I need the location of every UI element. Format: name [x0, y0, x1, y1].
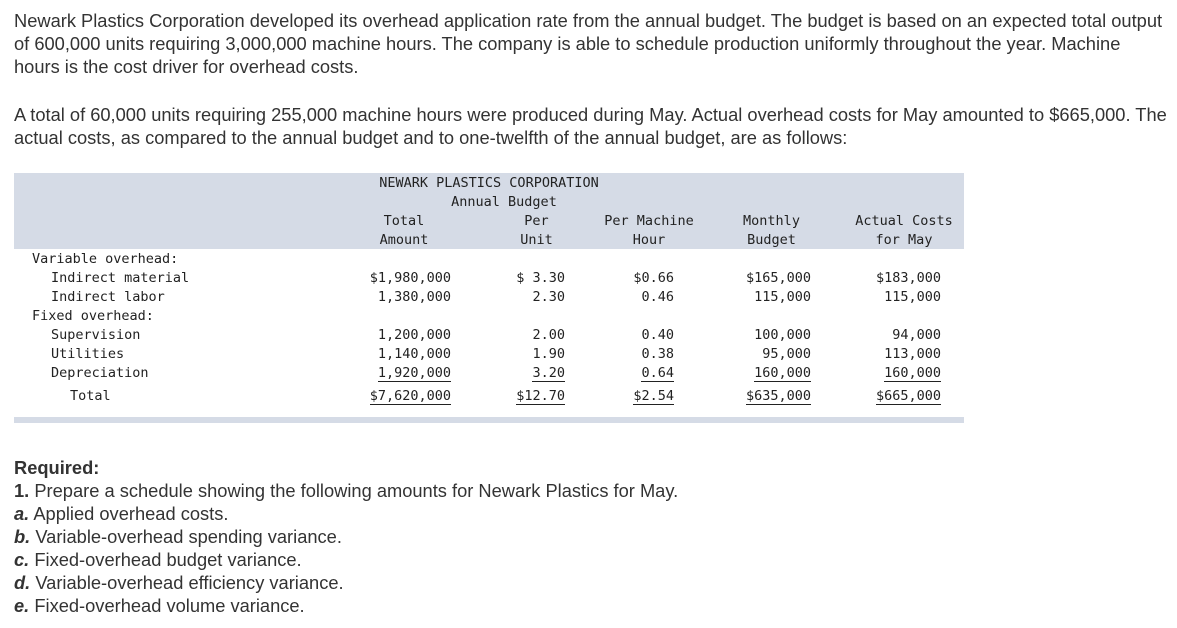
col-header-monthly-2: Budget	[747, 232, 796, 248]
cell-per-unit: 2.30	[532, 289, 565, 305]
cell-total: $1,980,000	[369, 270, 451, 286]
item-letter: e.	[14, 595, 30, 616]
col-header-per-mh-1: Per Machine	[604, 213, 694, 229]
item-text: Fixed-overhead volume variance.	[34, 595, 305, 616]
cell-per-machine-hour: 0.38	[641, 346, 674, 362]
cell-total: 1,200,000	[377, 327, 451, 343]
required-item-1-number: 1.	[14, 480, 30, 501]
item-letter: c.	[14, 549, 30, 570]
cell-total-per-machine-hour: $2.54	[633, 388, 674, 405]
cell-monthly-budget: $165,000	[745, 270, 811, 286]
required-item-a: a. Applied overhead costs.	[14, 502, 1114, 525]
cell-per-unit: $ 3.30	[516, 270, 565, 286]
required-item-c: c. Fixed-overhead budget variance.	[14, 548, 1114, 571]
cell-per-machine-hour: 0.46	[641, 289, 674, 305]
col-header-total-1: Total	[383, 213, 425, 229]
cell-monthly-budget: 160,000	[754, 365, 811, 382]
required-item-b: b. Variable-overhead spending variance.	[14, 525, 1114, 548]
cell-actual-costs: $183,000	[875, 270, 941, 286]
cell-per-machine-hour: 0.40	[641, 327, 674, 343]
cell-total: 1,140,000	[377, 346, 451, 362]
required-section: Required: 1. Prepare a schedule showing …	[14, 456, 1114, 617]
col-header-monthly-1: Monthly	[743, 213, 800, 229]
row-label: Indirect labor	[51, 289, 165, 305]
required-item-d: d. Variable-overhead efficiency variance…	[14, 571, 1114, 594]
intro-paragraph-2: A total of 60,000 units requiring 255,00…	[14, 104, 1167, 148]
cell-per-unit: 2.00	[532, 327, 565, 343]
col-header-per-unit-1: Per	[524, 213, 549, 229]
item-text: Fixed-overhead budget variance.	[34, 549, 302, 570]
cell-per-unit: 3.20	[532, 365, 565, 382]
required-item-1-text: Prepare a schedule showing the following…	[34, 480, 679, 501]
cell-actual-costs: 160,000	[884, 365, 941, 382]
cell-total-actual-costs: $665,000	[875, 388, 941, 405]
cell-monthly-budget: 115,000	[754, 289, 811, 305]
cell-per-machine-hour: $0.66	[633, 270, 674, 286]
cell-total-monthly-budget: $635,000	[745, 388, 811, 405]
row-label: Depreciation	[51, 365, 149, 381]
row-label: Indirect material	[51, 270, 190, 286]
col-header-per-unit-2: Unit	[520, 232, 553, 248]
cell-actual-costs: 113,000	[884, 346, 941, 362]
cell-actual-costs: 115,000	[884, 289, 941, 305]
table-subtitle: Annual Budget	[451, 194, 557, 210]
cell-monthly-budget: 95,000	[762, 346, 811, 362]
col-header-total-2: Amount	[379, 232, 429, 248]
item-letter: b.	[14, 526, 31, 547]
cell-monthly-budget: 100,000	[754, 327, 811, 343]
col-header-actual-1: Actual Costs	[855, 213, 953, 229]
section-variable-overhead: Variable overhead:	[32, 251, 179, 267]
row-label: Supervision	[51, 327, 141, 343]
item-letter: a.	[14, 503, 30, 524]
cell-per-unit: 1.90	[532, 346, 565, 362]
required-item-e: e. Fixed-overhead volume variance.	[14, 594, 1114, 617]
cell-per-machine-hour: 0.64	[641, 365, 674, 382]
cell-actual-costs: 94,000	[892, 327, 941, 343]
cell-total: 1,920,000	[377, 365, 451, 382]
cell-total-amount: $7,620,000	[369, 388, 451, 405]
item-text: Variable-overhead spending variance.	[35, 526, 342, 547]
required-item-1: 1. Prepare a schedule showing the follow…	[14, 479, 1114, 502]
table-company-title: NEWARK PLASTICS CORPORATION	[379, 175, 599, 191]
col-header-per-mh-2: Hour	[632, 232, 666, 248]
col-header-actual-2: for May	[875, 232, 933, 248]
item-text: Applied overhead costs.	[33, 503, 229, 524]
cell-total: 1,380,000	[377, 289, 451, 305]
table-bottom-rule	[14, 417, 964, 423]
row-label: Utilities	[51, 346, 125, 362]
intro-paragraph-1: Newark Plastics Corporation developed it…	[14, 10, 1163, 77]
item-text: Variable-overhead efficiency variance.	[35, 572, 344, 593]
total-row-label: Total	[70, 388, 111, 404]
section-fixed-overhead: Fixed overhead:	[32, 308, 154, 324]
cell-total-per-unit: $12.70	[516, 388, 565, 405]
item-letter: d.	[14, 572, 31, 593]
required-heading: Required:	[14, 457, 100, 478]
overhead-budget-table: NEWARK PLASTICS CORPORATION Annual Budge…	[14, 173, 964, 423]
